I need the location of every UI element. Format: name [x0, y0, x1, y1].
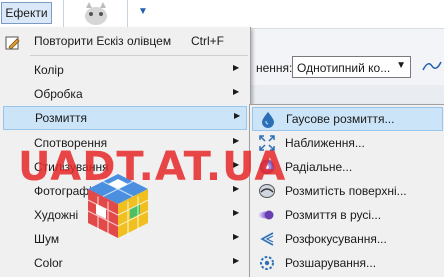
chevron-down-icon: ▼	[396, 60, 406, 71]
document-list-chevron-icon[interactable]: ▼	[138, 6, 148, 17]
menu-separator	[30, 55, 248, 56]
menu-item-label: Обробка	[34, 87, 83, 101]
menu-item-blur[interactable]: Розмиття ▶	[3, 106, 247, 130]
cat-image-icon	[74, 0, 118, 26]
effects-menu-button[interactable]: Ефекти	[1, 2, 52, 24]
submenu-arrow-icon: ▶	[233, 208, 240, 217]
app-top-bar: Ефекти ▼	[0, 0, 444, 28]
menu-item-label: Шум	[34, 232, 60, 246]
blend-mode-label: нення:	[256, 61, 293, 75]
fragment-icon	[260, 256, 274, 270]
submenu-item-label: Розмитість поверхні...	[285, 184, 407, 198]
menu-item-label: Розмиття	[35, 111, 87, 125]
menu-item-color[interactable]: Колір ▶	[0, 58, 250, 82]
menu-item-color-en[interactable]: Color ▶	[0, 251, 250, 275]
submenu-item-label: Розмиття в русі...	[285, 208, 382, 222]
menu-item-label: Художні	[34, 208, 79, 222]
blend-mode-value: Однотипний ко...	[297, 61, 391, 75]
submenu-arrow-icon: ▶	[233, 232, 240, 241]
submenu-arrow-icon: ▶	[233, 87, 240, 96]
menu-item-label: Color	[34, 256, 63, 270]
submenu-item-label: Розшарування...	[285, 256, 377, 270]
blur-submenu: Гаусове розмиття... Наближення... Радіал…	[249, 104, 444, 277]
motion-blur-icon	[259, 210, 274, 220]
submenu-item-label: Гаусове розмиття...	[286, 112, 395, 126]
menu-item-label: Колір	[34, 63, 64, 77]
menu-item-repeat-sketch[interactable]: Повторити Ескіз олівцем Ctrl+F	[0, 29, 250, 53]
unfocus-icon	[260, 232, 274, 246]
droplet-icon	[262, 112, 274, 128]
watermark-text: UADT.AT.UA	[18, 144, 287, 190]
menu-item-label: Повторити Ескіз олівцем	[34, 34, 172, 48]
menu-item-processing[interactable]: Обробка ▶	[0, 82, 250, 106]
blend-mode-select[interactable]: Однотипний ко... ▼	[292, 56, 411, 78]
submenu-arrow-icon: ▶	[233, 63, 240, 72]
submenu-arrow-icon: ▶	[234, 111, 241, 120]
curve-icon[interactable]	[422, 58, 442, 74]
rubik-cube-logo-icon	[87, 174, 149, 238]
submenu-arrow-icon: ▶	[233, 256, 240, 265]
submenu-item-unfocus[interactable]: Розфокусування...	[250, 227, 444, 251]
pencil-sketch-icon	[5, 36, 20, 50]
submenu-item-gaussian-blur[interactable]: Гаусове розмиття...	[252, 107, 443, 131]
submenu-item-label: Розфокусування...	[285, 232, 387, 246]
submenu-item-motion-blur[interactable]: Розмиття в русі...	[250, 203, 444, 227]
menu-item-shortcut: Ctrl+F	[191, 34, 224, 48]
submenu-item-fragment[interactable]: Розшарування...	[250, 251, 444, 275]
submenu-item-label: Наближення...	[285, 136, 365, 150]
image-thumbnail-tab[interactable]	[63, 0, 128, 28]
submenu-item-label: Радіальне...	[285, 160, 353, 174]
